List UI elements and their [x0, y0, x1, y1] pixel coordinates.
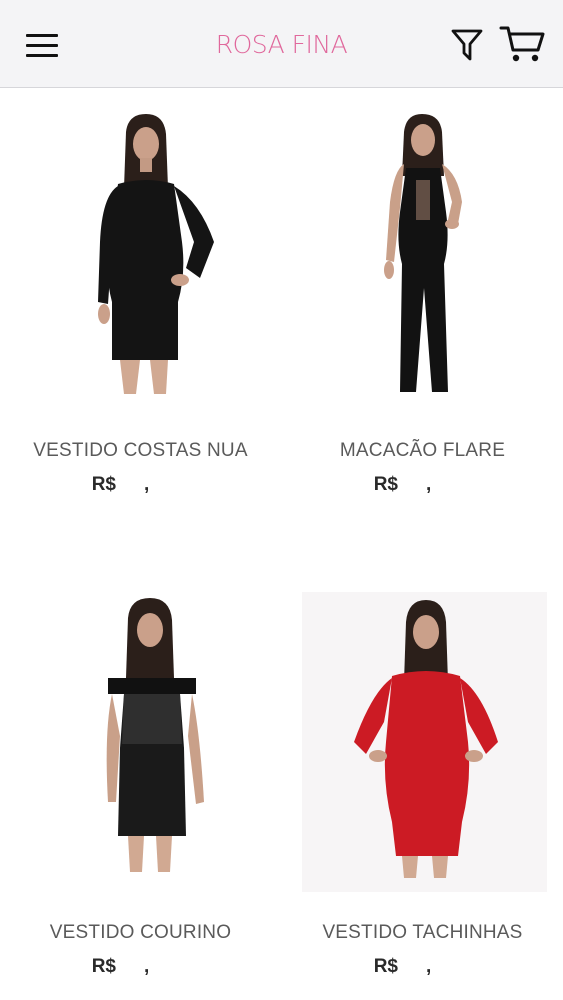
price-currency: R$ — [373, 956, 398, 977]
product-name[interactable]: VESTIDO COURINO — [0, 922, 281, 944]
price-separator: , — [426, 474, 432, 495]
product-price: R$, — [0, 956, 281, 978]
price-currency: R$ — [91, 474, 116, 495]
price-separator: , — [426, 956, 432, 977]
price-separator: , — [144, 956, 150, 977]
product-name[interactable]: VESTIDO TACHINHAS — [282, 922, 563, 944]
filter-icon[interactable] — [449, 26, 485, 62]
product-card[interactable]: MACACÃO FLARE R$, — [282, 92, 563, 512]
product-name[interactable]: VESTIDO COSTAS NUA — [0, 440, 281, 462]
product-image[interactable] — [282, 572, 563, 892]
product-image[interactable] — [0, 92, 281, 412]
product-card[interactable]: VESTIDO COURINO R$, — [0, 572, 281, 992]
price-currency: R$ — [91, 956, 116, 977]
price-currency: R$ — [373, 474, 398, 495]
cart-icon[interactable] — [498, 24, 546, 64]
product-card[interactable]: VESTIDO COSTAS NUA R$, — [0, 92, 281, 512]
product-card[interactable]: VESTIDO TACHINHAS R$, — [282, 572, 563, 992]
product-image[interactable] — [0, 572, 281, 892]
product-price: R$, — [282, 474, 563, 496]
product-price: R$, — [282, 956, 563, 978]
product-name[interactable]: MACACÃO FLARE — [282, 440, 563, 462]
product-image[interactable] — [282, 92, 563, 412]
product-price: R$, — [0, 474, 281, 496]
price-separator: , — [144, 474, 150, 495]
top-bar: ROSA FINA — [0, 0, 563, 88]
